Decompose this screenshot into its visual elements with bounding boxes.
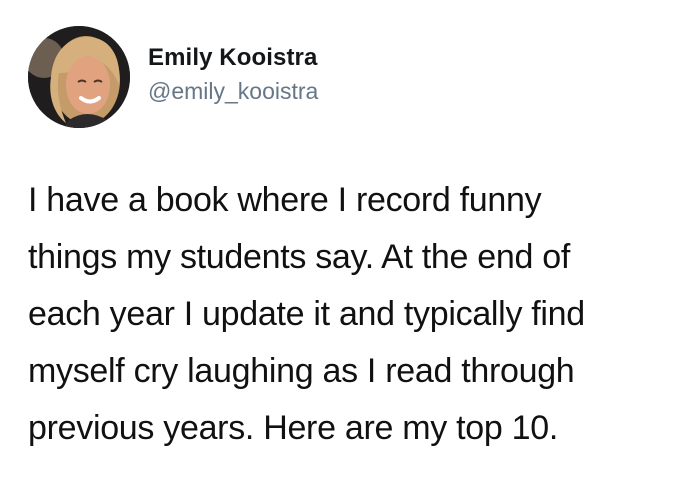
- tweet-card: Emily Kooistra @emily_kooistra I have a …: [0, 0, 700, 490]
- tweet-text-line-4: myself cry laughing as I read through: [28, 352, 575, 390]
- tweet-text-line-5: previous years. Here are my top 10.: [28, 409, 558, 447]
- tweet-text-line-2: things my students say. At the end of: [28, 238, 571, 276]
- author-avatar[interactable]: [28, 26, 130, 128]
- avatar-photo-icon: [28, 26, 130, 128]
- tweet-text: I have a book where I record funny thing…: [28, 172, 698, 457]
- author-display-name[interactable]: Emily Kooistra: [148, 44, 318, 72]
- tweet-text-line-1: I have a book where I record funny: [28, 181, 542, 219]
- author-info: Emily Kooistra @emily_kooistra: [148, 44, 318, 105]
- author-handle[interactable]: @emily_kooistra: [148, 77, 318, 105]
- tweet-text-line-3: each year I update it and typically find: [28, 295, 585, 333]
